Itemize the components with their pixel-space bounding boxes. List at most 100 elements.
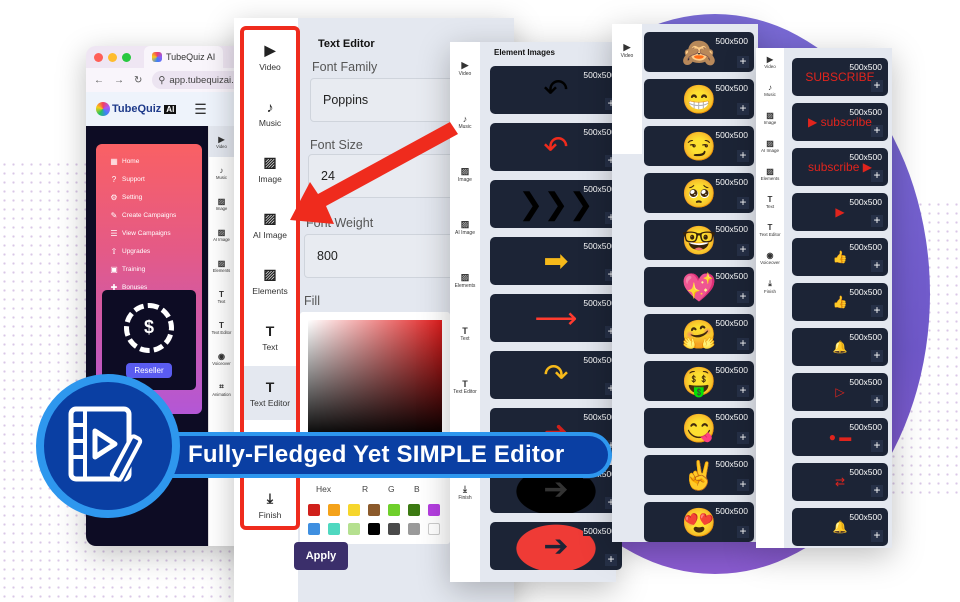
apply-button[interactable]: Apply	[294, 542, 348, 570]
add-icon[interactable]: +	[871, 394, 883, 407]
sidebar-item-setting[interactable]: ⚙ Setting	[110, 188, 188, 206]
color-swatch[interactable]	[388, 504, 400, 516]
asset-tile[interactable]: ▶ 500x500 +	[792, 193, 888, 231]
asset-tile[interactable]: ▶ subscribe 500x500 +	[792, 103, 888, 141]
color-swatch[interactable]	[408, 523, 420, 535]
add-icon[interactable]: +	[737, 431, 749, 444]
asset-tile[interactable]: 😁 500x500 +	[644, 79, 754, 119]
rail-item-elements[interactable]: ▨ Elements	[756, 160, 784, 188]
asset-tile[interactable]: ➔500x500+	[490, 522, 622, 570]
asset-tile[interactable]: SUBSCRIBE 500x500 +	[792, 58, 888, 96]
asset-tile[interactable]: subscribe ▶ 500x500 +	[792, 148, 888, 186]
add-icon[interactable]: +	[871, 304, 883, 317]
add-icon[interactable]: +	[871, 349, 883, 362]
color-swatch[interactable]	[348, 504, 360, 516]
asset-tile[interactable]: ↷ 500x500 +	[490, 351, 622, 399]
tubequiz-logo[interactable]: TubeQuiz AI	[96, 102, 177, 116]
rail-item-finish[interactable]: ⤓ Finish	[756, 272, 784, 300]
add-icon[interactable]: +	[871, 124, 883, 137]
sidebar-item-create-campaigns[interactable]: ✎ Create Campaigns	[110, 206, 188, 224]
asset-tile[interactable]: ● ▬ 500x500 +	[792, 418, 888, 456]
rail-item-voiceover[interactable]: ◉Voiceover	[756, 244, 784, 272]
rail-item-ai-image[interactable]: ▨ AI Image	[756, 132, 784, 160]
asset-tile[interactable]: ↶ 500x500 +	[490, 66, 622, 114]
add-icon[interactable]: +	[737, 337, 749, 350]
site-settings-icon[interactable]: ⚲	[158, 75, 165, 86]
add-icon[interactable]: +	[871, 214, 883, 227]
color-swatch[interactable]	[308, 523, 320, 535]
asset-tile[interactable]: 🥺 500x500 +	[644, 173, 754, 213]
asset-tile[interactable]: 🤑 500x500 +	[644, 361, 754, 401]
add-icon[interactable]: +	[871, 484, 883, 497]
add-icon[interactable]: +	[871, 439, 883, 452]
rail-item-text[interactable]: T Text	[450, 307, 480, 360]
asset-tile[interactable]: ➡ 500x500 +	[490, 237, 622, 285]
rail-item-ai-image[interactable]: ▨ AI Image	[244, 198, 296, 252]
rail-item-elements[interactable]: ▨ Elements	[244, 254, 296, 308]
add-icon[interactable]: +	[737, 102, 749, 115]
rail-item-image[interactable]: ▨ Image	[244, 142, 296, 196]
add-icon[interactable]: +	[737, 384, 749, 397]
color-swatch[interactable]	[328, 504, 340, 516]
rail-item-image[interactable]: ▨ Image	[756, 104, 784, 132]
add-icon[interactable]: +	[737, 149, 749, 162]
rail-item-music[interactable]: ♪ Music	[756, 76, 784, 104]
add-icon[interactable]: +	[871, 259, 883, 272]
minimize-window-button[interactable]	[108, 52, 117, 62]
asset-tile[interactable]: 🔔 500x500 +	[792, 328, 888, 366]
rail-item-voiceover[interactable]: ◉Voiceover	[209, 343, 234, 374]
rail-item-image[interactable]: ▨ Image	[209, 188, 234, 219]
color-swatch[interactable]	[368, 523, 380, 535]
asset-tile[interactable]: ⟶ 500x500 +	[490, 294, 622, 342]
rail-item-text[interactable]: T Text	[244, 310, 296, 364]
back-icon[interactable]: ←	[94, 75, 104, 86]
asset-tile[interactable]: 🤗 500x500 +	[644, 314, 754, 354]
add-icon[interactable]: +	[871, 169, 883, 182]
color-swatch[interactable]	[328, 523, 340, 535]
rail-item-ai-image[interactable]: ▨ AI Image	[209, 219, 234, 250]
sidebar-item-training[interactable]: ▣ Training	[110, 260, 188, 278]
reseller-button[interactable]: Reseller	[126, 362, 172, 378]
asset-tile[interactable]: 👍 500x500 +	[792, 238, 888, 276]
add-icon[interactable]: +	[871, 529, 883, 542]
rail-item-video[interactable]: ▶ Video	[244, 30, 296, 84]
asset-tile[interactable]: 🔔 500x500 +	[792, 508, 888, 546]
add-icon[interactable]: +	[605, 553, 617, 566]
close-window-button[interactable]	[94, 52, 103, 62]
rail-item-video[interactable]: ▶ Video	[756, 48, 784, 76]
sidebar-item-home[interactable]: ▦ Home	[110, 152, 188, 170]
add-icon[interactable]: +	[737, 196, 749, 209]
rail-item-animation[interactable]: ⌗ Animation	[209, 374, 234, 405]
asset-tile[interactable]: 👍 500x500 +	[792, 283, 888, 321]
asset-tile[interactable]: ⇄ 500x500 +	[792, 463, 888, 501]
add-icon[interactable]: +	[871, 79, 883, 92]
browser-tab[interactable]: TubeQuiz AI	[144, 46, 224, 68]
saturation-area[interactable]	[308, 320, 442, 438]
rail-item-video[interactable]: ▶ Video	[450, 42, 480, 95]
add-icon[interactable]: +	[737, 55, 749, 68]
rail-item-text-editor[interactable]: T Text Editor	[450, 360, 480, 413]
asset-tile[interactable]: 😏 500x500 +	[644, 126, 754, 166]
asset-tile[interactable]: 💖 500x500 +	[644, 267, 754, 307]
color-swatch[interactable]	[428, 523, 440, 535]
color-swatch[interactable]	[348, 523, 360, 535]
color-swatch[interactable]	[408, 504, 420, 516]
sidebar-item-view-campaigns[interactable]: ☰ View Campaigns	[110, 224, 188, 242]
asset-tile[interactable]: 🤓 500x500 +	[644, 220, 754, 260]
maximize-window-button[interactable]	[122, 52, 131, 62]
rail-item-elements[interactable]: ▨ Elements	[450, 254, 480, 307]
rail-item-text-editor[interactable]: T Text Editor	[244, 366, 296, 420]
color-swatch[interactable]	[368, 504, 380, 516]
asset-tile[interactable]: 🙈 500x500 +	[644, 32, 754, 72]
menu-icon[interactable]: ☰	[194, 101, 207, 118]
rail-item-music[interactable]: ♪ Music	[244, 86, 296, 140]
forward-icon[interactable]: →	[114, 75, 124, 86]
asset-tile[interactable]: ❯❯❯ 500x500 +	[490, 180, 622, 228]
rail-item-text-editor[interactable]: T Text Editor	[756, 216, 784, 244]
sidebar-item-support[interactable]: ? Support	[110, 170, 188, 188]
add-icon[interactable]: +	[737, 290, 749, 303]
rail-item-video[interactable]: ▶ Video	[209, 126, 234, 157]
color-swatch[interactable]	[428, 504, 440, 516]
rail-item-elements[interactable]: ▨ Elements	[209, 250, 234, 281]
color-swatch[interactable]	[388, 523, 400, 535]
